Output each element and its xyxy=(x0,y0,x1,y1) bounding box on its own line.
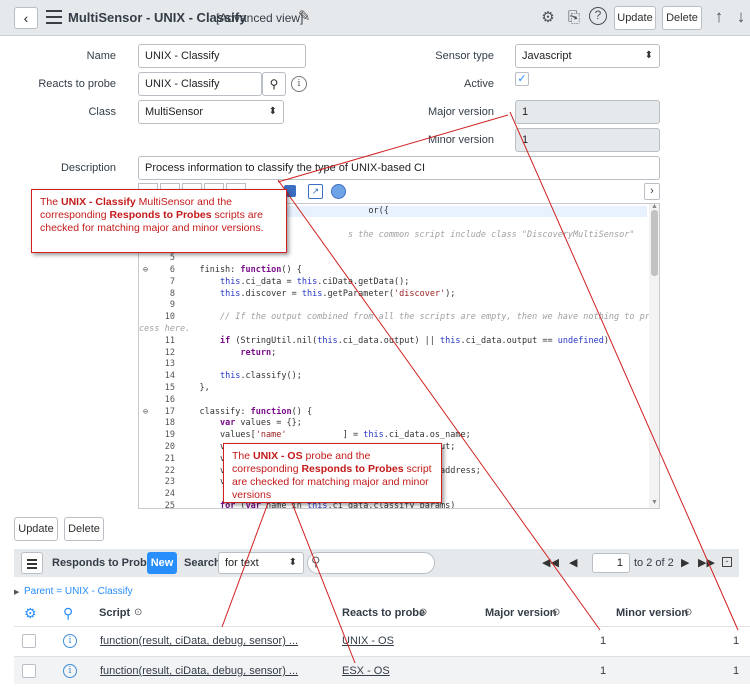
callout-text: The xyxy=(232,450,254,462)
callout-text: The xyxy=(40,196,62,208)
annotation-line xyxy=(277,179,601,631)
annotation-line xyxy=(221,502,269,628)
callout-emphasis: UNIX - OS xyxy=(253,450,303,462)
annotation-lines xyxy=(221,111,739,664)
annotation-line xyxy=(277,114,509,183)
callout-emphasis: Responds to Probes xyxy=(109,209,212,221)
callout-emphasis: Responds to Probes xyxy=(301,463,404,475)
callout-emphasis: UNIX - Classify xyxy=(61,196,136,208)
annotation-callout-probe: The UNIX - OS probe and the correspondin… xyxy=(223,443,442,503)
annotation-callout-multisensor: The UNIX - Classify MultiSensor and the … xyxy=(31,189,287,253)
annotation-line xyxy=(291,502,356,664)
